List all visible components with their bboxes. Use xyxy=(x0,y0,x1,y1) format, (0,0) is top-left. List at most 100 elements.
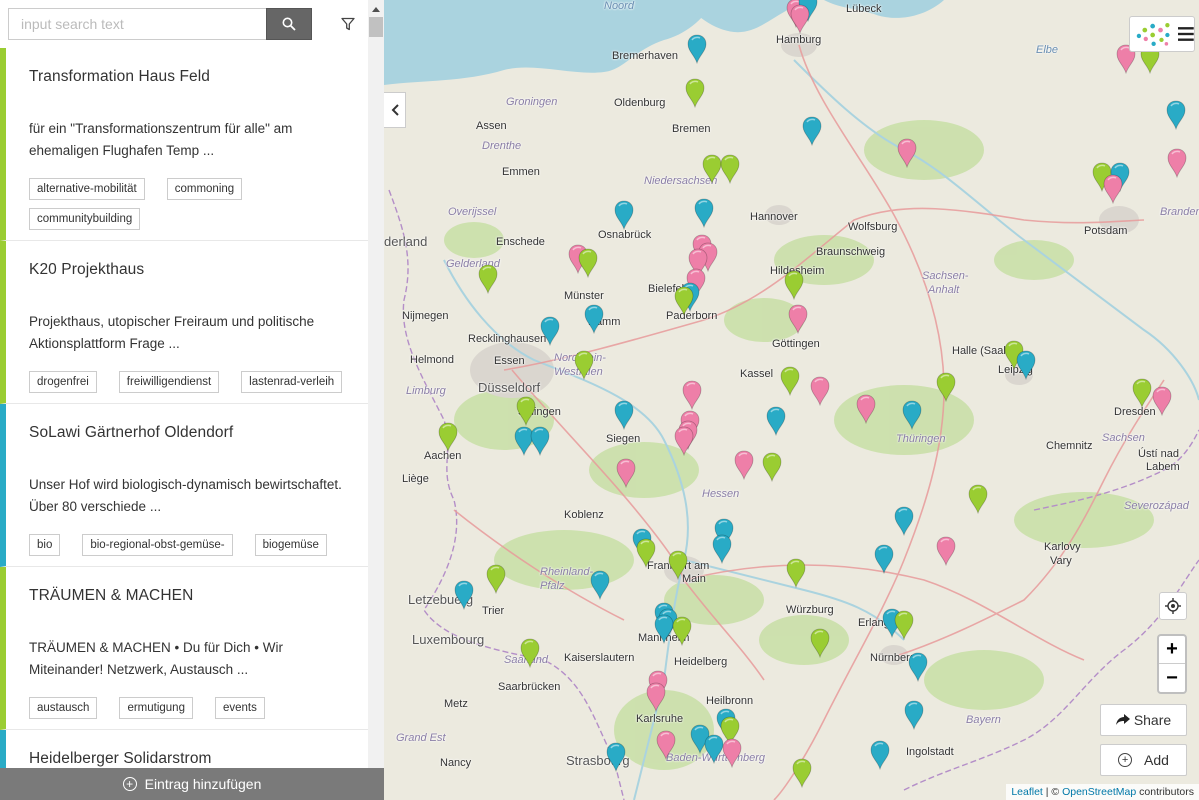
map-pin-marker[interactable] xyxy=(478,264,498,294)
tag-chip[interactable]: austausch xyxy=(29,697,98,719)
map-pin-marker[interactable] xyxy=(1132,378,1152,408)
map-pin-marker[interactable] xyxy=(936,536,956,566)
scroll-thumb[interactable] xyxy=(369,17,383,37)
tag-chip[interactable]: drogenfrei xyxy=(29,371,97,393)
map-pin-marker[interactable] xyxy=(578,248,598,278)
map-pin-marker[interactable] xyxy=(802,116,822,146)
map-pin-marker[interactable] xyxy=(636,538,656,568)
map-pin-marker[interactable] xyxy=(762,452,782,482)
map-pin-marker[interactable] xyxy=(734,450,754,480)
tag-chip[interactable]: alternative-mobilität xyxy=(29,178,145,200)
map-pin-marker[interactable] xyxy=(792,758,812,788)
map-pin-marker[interactable] xyxy=(786,558,806,588)
map-pin-marker[interactable] xyxy=(870,740,890,770)
add-entry-button[interactable]: + Eintrag hinzufügen xyxy=(0,768,384,800)
collapse-sidebar-button[interactable] xyxy=(384,92,406,128)
osm-link[interactable]: OpenStreetMap xyxy=(1062,786,1136,798)
map-pin-marker[interactable] xyxy=(1167,148,1187,178)
list-item[interactable]: K20 Projekthaus Projekthaus, utopischer F… xyxy=(0,241,368,404)
map-pin-marker[interactable] xyxy=(1016,350,1036,380)
map-pin-marker[interactable] xyxy=(722,738,742,768)
entry-title[interactable]: TRÄUMEN & MACHEN xyxy=(6,567,368,629)
map-pin-marker[interactable] xyxy=(486,564,506,594)
share-button[interactable]: Share xyxy=(1100,704,1187,736)
map-pin-marker[interactable] xyxy=(687,34,707,64)
map-pin-marker[interactable] xyxy=(674,286,694,316)
map-pin-marker[interactable] xyxy=(720,154,740,184)
leaflet-link[interactable]: Leaflet xyxy=(1011,786,1043,798)
map-pin-marker[interactable] xyxy=(574,350,594,380)
tag-chip[interactable]: communitybuilding xyxy=(29,208,141,230)
map-pin-marker[interactable] xyxy=(1152,386,1172,416)
map-pin-marker[interactable] xyxy=(968,484,988,514)
map-pin-marker[interactable] xyxy=(788,304,808,334)
tag-chip[interactable]: commoning xyxy=(166,178,243,200)
list-item[interactable]: TRÄUMEN & MACHEN TRÄUMEN & MACHEN • Du fü… xyxy=(0,567,368,730)
map-pin-marker[interactable] xyxy=(682,380,702,410)
map-pin-marker[interactable] xyxy=(702,154,722,184)
zoom-out-button[interactable]: − xyxy=(1159,664,1185,692)
tag-chip[interactable]: events xyxy=(214,697,265,719)
sidebar-scrollbar[interactable] xyxy=(368,0,384,768)
map-pin-marker[interactable] xyxy=(530,426,550,456)
map-pin-marker[interactable] xyxy=(672,616,692,646)
map-pin-marker[interactable] xyxy=(784,270,804,300)
map-pin-marker[interactable] xyxy=(936,372,956,402)
map-pin-marker[interactable] xyxy=(766,406,786,436)
map-pin-marker[interactable] xyxy=(685,78,705,108)
entry-title[interactable]: SoLawi Gärtnerhof Oldendorf xyxy=(6,404,368,466)
map-pin-marker[interactable] xyxy=(590,570,610,600)
map-pin-marker[interactable] xyxy=(810,376,830,406)
list-item[interactable]: Heidelberger Solidarstrom xyxy=(0,730,368,768)
map-pin-marker[interactable] xyxy=(780,366,800,396)
scroll-up-arrow[interactable] xyxy=(368,0,384,17)
search-button[interactable] xyxy=(266,8,312,40)
hamburger-menu-icon[interactable] xyxy=(1178,27,1194,41)
map-pin-marker[interactable] xyxy=(790,4,810,34)
map-pin-marker[interactable] xyxy=(668,550,688,580)
map-pin-marker[interactable] xyxy=(540,316,560,346)
map-pin-marker[interactable] xyxy=(694,198,714,228)
map-view[interactable]: Lübeck Hamburg Bremerhaven Oldenburg Bremen G… xyxy=(384,0,1199,800)
map-pin-marker[interactable] xyxy=(904,700,924,730)
tag-chip[interactable]: bio xyxy=(29,534,61,556)
entry-title[interactable]: Transformation Haus Feld xyxy=(6,48,368,110)
map-pin-marker[interactable] xyxy=(584,304,604,334)
map-pin-marker[interactable] xyxy=(656,730,676,760)
map-pin-marker[interactable] xyxy=(1166,100,1186,130)
map-pin-marker[interactable] xyxy=(894,610,914,640)
map-pin-marker[interactable] xyxy=(516,396,536,426)
map-pin-marker[interactable] xyxy=(614,400,634,430)
map-pin-marker[interactable] xyxy=(712,534,732,564)
map-pin-marker[interactable] xyxy=(810,628,830,658)
list-item[interactable]: Transformation Haus Feld für ein "Transfo… xyxy=(0,48,368,241)
add-button[interactable]: + Add xyxy=(1100,744,1187,776)
list-item[interactable]: SoLawi Gärtnerhof Oldendorf Unser Hof wir… xyxy=(0,404,368,567)
map-pin-marker[interactable] xyxy=(874,544,894,574)
entry-title[interactable]: K20 Projekthaus xyxy=(6,241,368,303)
map-pin-marker[interactable] xyxy=(1103,174,1123,204)
map-pin-marker[interactable] xyxy=(902,400,922,430)
map-pin-marker[interactable] xyxy=(646,682,666,712)
map-pin-marker[interactable] xyxy=(614,200,634,230)
map-pin-marker[interactable] xyxy=(654,614,674,644)
tag-chip[interactable]: lastenrad-verleih xyxy=(241,371,343,393)
map-pin-marker[interactable] xyxy=(438,422,458,452)
map-pin-marker[interactable] xyxy=(454,580,474,610)
map-pin-marker[interactable] xyxy=(894,506,914,536)
map-pin-marker[interactable] xyxy=(856,394,876,424)
map-pin-marker[interactable] xyxy=(674,426,694,456)
map-pin-marker[interactable] xyxy=(908,652,928,682)
map-pin-marker[interactable] xyxy=(616,458,636,488)
locate-me-button[interactable] xyxy=(1159,592,1187,620)
map-pin-marker[interactable] xyxy=(704,734,724,764)
map-pin-marker[interactable] xyxy=(897,138,917,168)
map-pin-marker[interactable] xyxy=(520,638,540,668)
tag-chip[interactable]: freiwilligendienst xyxy=(118,371,220,393)
search-input[interactable] xyxy=(8,8,267,40)
logo-menu-box[interactable] xyxy=(1129,16,1195,52)
map-pin-marker[interactable] xyxy=(606,742,626,772)
tag-chip[interactable]: biogemüse xyxy=(254,534,327,556)
tag-chip[interactable]: bio-regional-obst-gemüse- xyxy=(82,534,233,556)
tag-chip[interactable]: ermutigung xyxy=(119,697,193,719)
